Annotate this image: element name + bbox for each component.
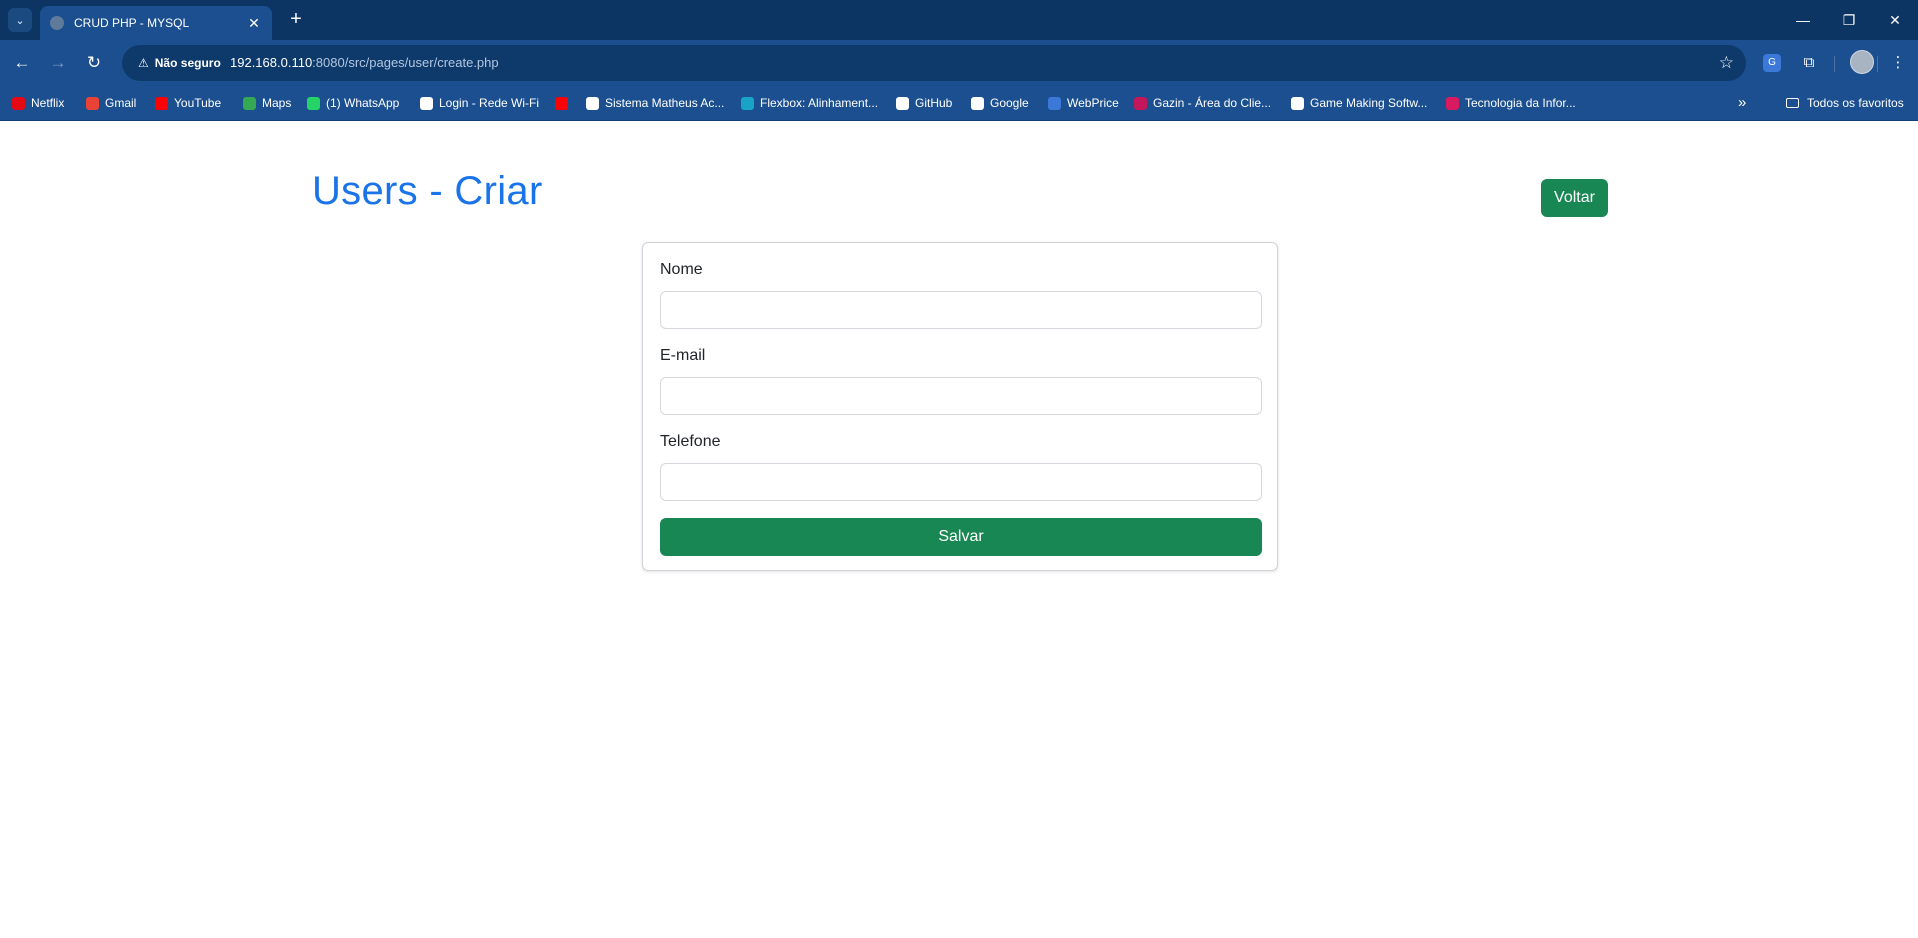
warning-icon: ⚠	[138, 56, 149, 70]
reload-button[interactable]: ↻	[82, 51, 106, 75]
bookmark-item[interactable]: YouTube	[155, 86, 221, 120]
bookmark-label: GitHub	[915, 96, 953, 110]
minimize-button[interactable]: —	[1780, 0, 1826, 40]
url-text[interactable]: 192.168.0.110:8080/src/pages/user/create…	[230, 55, 499, 70]
close-icon[interactable]: ✕	[244, 15, 264, 32]
security-label: Não seguro	[154, 56, 221, 70]
address-bar[interactable]: ⚠ Não seguro 192.168.0.110:8080/src/page…	[122, 45, 1746, 81]
security-chip[interactable]: ⚠ Não seguro	[128, 50, 231, 76]
tab-title: CRUD PHP - MYSQL	[74, 16, 190, 30]
minimize-icon: —	[1796, 12, 1810, 28]
bookmark-item[interactable]: (1) WhatsApp	[307, 86, 399, 120]
github-icon	[896, 96, 909, 110]
folder-icon	[1786, 98, 1799, 108]
arrow-left-icon: ←	[13, 53, 31, 72]
profile-avatar[interactable]	[1850, 50, 1874, 74]
translate-icon[interactable]: G	[1763, 54, 1781, 72]
bookmark-item[interactable]: Netflix	[12, 86, 64, 120]
tab-search-button[interactable]: ⌄	[8, 8, 32, 32]
menu-icon[interactable]: ⋮	[1886, 51, 1910, 75]
bookmark-label: (1) WhatsApp	[326, 96, 400, 110]
close-icon: ✕	[1889, 11, 1901, 28]
tech-icon	[1446, 96, 1459, 110]
bookmark-label: YouTube	[174, 96, 222, 110]
bookmark-label: Flexbox: Alinhament...	[760, 96, 879, 110]
page-icon	[586, 96, 599, 110]
bookmark-label: Tecnologia da Infor...	[1465, 96, 1576, 110]
bookmark-item[interactable]: Gazin - Área do Clie...	[1134, 86, 1271, 120]
email-input[interactable]	[660, 377, 1262, 415]
bookmark-item[interactable]: Flexbox: Alinhament...	[741, 86, 878, 120]
bookmark-label: Game Making Softw...	[1310, 96, 1428, 110]
page-title: Users - Criar	[312, 169, 543, 213]
netflix-icon	[12, 96, 25, 110]
more-bookmarks-icon[interactable]: »	[1738, 86, 1746, 120]
window-controls: — ❐ ✕	[1780, 0, 1918, 40]
restore-button[interactable]: ❐	[1826, 0, 1872, 40]
bookmark-item[interactable]: WebPrice	[1048, 86, 1119, 120]
toolbar-divider	[1877, 56, 1878, 72]
bookmark-item[interactable]: Maps	[243, 86, 291, 120]
all-bookmarks-folder[interactable]: Todos os favoritos	[1786, 86, 1904, 120]
extensions-icon[interactable]: ⧉	[1797, 51, 1821, 75]
browser-toolbar: ← → ↻ ⚠ Não seguro 192.168.0.110:8080/sr…	[0, 40, 1918, 86]
globe-icon	[50, 16, 64, 30]
name-label: Nome	[660, 261, 703, 278]
back-button[interactable]: ←	[10, 51, 34, 75]
name-input[interactable]	[660, 291, 1262, 329]
bookmark-item[interactable]: Game Making Softw...	[1291, 86, 1427, 120]
close-window-button[interactable]: ✕	[1872, 0, 1918, 40]
gazin-icon	[1134, 96, 1147, 110]
flexbox-icon	[741, 96, 754, 110]
gamemaker-icon	[1291, 96, 1304, 110]
all-bookmarks-label: Todos os favoritos	[1807, 96, 1904, 110]
bookmark-label: Sistema Matheus Ac...	[605, 96, 725, 110]
google-icon	[971, 96, 984, 110]
youtube-icon	[155, 96, 168, 110]
url-host: 192.168.0.110	[230, 55, 313, 70]
whatsapp-icon	[307, 96, 320, 110]
active-tab[interactable]: CRUD PHP - MYSQL ✕	[40, 6, 272, 40]
phone-label: Telefone	[660, 433, 721, 450]
maps-icon	[243, 96, 256, 110]
create-user-form: Nome E-mail Telefone Salvar	[642, 242, 1278, 571]
reload-icon: ↻	[86, 53, 102, 72]
new-tab-button[interactable]: +	[284, 8, 308, 32]
forward-button[interactable]: →	[46, 51, 70, 75]
save-button[interactable]: Salvar	[660, 518, 1262, 556]
back-button[interactable]: Voltar	[1541, 179, 1608, 217]
bookmark-item[interactable]: Sistema Matheus Ac...	[586, 86, 724, 120]
bookmark-item[interactable]: Tecnologia da Infor...	[1446, 86, 1576, 120]
bookmark-star-icon[interactable]: ☆	[1719, 53, 1734, 73]
bookmark-item[interactable]: Gmail	[86, 86, 136, 120]
phone-input[interactable]	[660, 463, 1262, 501]
toolbar-divider	[1834, 56, 1835, 72]
url-path: :8080/src/pages/user/create.php	[312, 55, 499, 70]
bookmark-label: Maps	[262, 96, 292, 110]
bookmark-label: Google	[990, 96, 1029, 110]
bookmarks-bar: » Todos os favoritos Netflix Gmail YouTube…	[0, 86, 1918, 121]
globe-icon	[420, 96, 433, 110]
bookmark-label: Login - Rede Wi-Fi	[439, 96, 540, 110]
webprice-icon	[1048, 96, 1061, 110]
bookmark-label: Gazin - Área do Clie...	[1153, 96, 1272, 110]
bookmark-item[interactable]: Google	[971, 86, 1029, 120]
bookmark-label: Netflix	[31, 96, 65, 110]
arrow-right-icon: →	[49, 53, 67, 72]
gmail-icon	[86, 96, 99, 110]
youtube-icon	[555, 96, 568, 110]
tab-strip: ⌄ CRUD PHP - MYSQL ✕ + — ❐ ✕	[0, 0, 1918, 40]
chevron-down-icon: ⌄	[15, 14, 25, 27]
email-label: E-mail	[660, 347, 706, 364]
plus-icon: +	[290, 8, 302, 30]
bookmark-item[interactable]: GitHub	[896, 86, 952, 120]
bookmark-item[interactable]: Login - Rede Wi-Fi	[420, 86, 539, 120]
bookmark-label: WebPrice	[1067, 96, 1119, 110]
restore-icon: ❐	[1842, 11, 1856, 28]
bookmark-item[interactable]	[555, 86, 574, 120]
bookmark-label: Gmail	[105, 96, 137, 110]
page-content: Users - Criar Voltar Nome E-mail Telefon…	[0, 121, 1918, 938]
